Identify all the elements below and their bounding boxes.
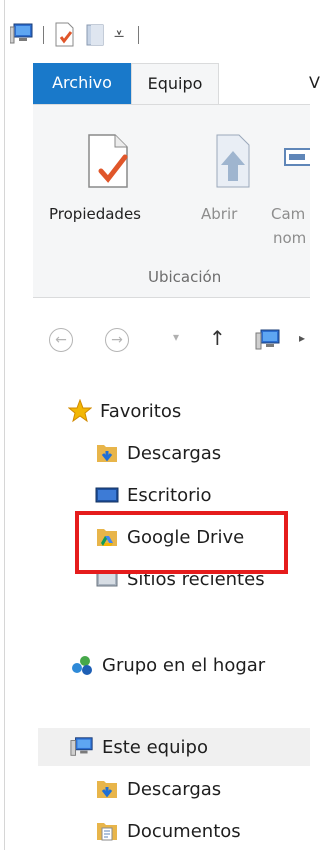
properties-icon[interactable] [53,22,77,48]
up-button[interactable]: ↑ [209,326,226,350]
toolbar-separator [138,26,139,44]
tree-label-escritorio: Escritorio [127,484,212,506]
propiedades-label[interactable]: Propiedades [49,205,141,223]
computer-icon [70,737,93,756]
tree-item-descargas-equipo[interactable]: Descargas [95,770,221,808]
open-large-icon[interactable] [213,133,255,189]
recent-locations-icon[interactable]: ▾ [173,330,179,344]
downloads-folder-icon [97,781,117,798]
tree-label-descargas-equipo: Descargas [127,778,222,800]
tree-label-este-equipo: Este equipo [102,736,208,758]
homegroup-icon [72,656,92,675]
tab-equipo[interactable]: Equipo [131,63,219,104]
ubicacion-group-label: Ubicación [148,268,222,286]
tree-label-documentos: Documentos [127,820,241,842]
abrir-label[interactable]: Abrir [201,205,237,223]
rename-large-icon[interactable] [283,145,310,171]
tree-label-grupo-hogar: Grupo en el hogar [102,654,266,676]
quick-access-toolbar: ⩡ [10,10,310,50]
tab-vista[interactable]: V [309,63,320,103]
documents-folder-icon [97,823,117,841]
tree-item-este-equipo[interactable]: Este equipo [70,728,208,766]
tree-label-favoritos: Favoritos [100,400,182,422]
tree-item-escritorio[interactable]: Escritorio [95,476,212,514]
tree-item-favoritos[interactable]: Favoritos [68,392,181,430]
star-icon [68,399,92,423]
customize-toolbar-icon[interactable]: ⩡ [114,24,124,45]
tree-item-documentos[interactable]: Documentos [95,812,241,850]
downloads-folder-icon [97,445,117,462]
back-button[interactable]: ← [49,328,73,352]
highlight-annotation [75,511,288,574]
tree-item-descargas[interactable]: Descargas [95,434,221,472]
toolbar-separator [43,26,44,44]
forward-button[interactable]: → [105,328,129,352]
ribbon-tab-bar: Archivo Equipo V [33,63,320,104]
tree-label-descargas: Descargas [127,442,222,464]
address-computer-icon[interactable] [255,328,285,352]
address-chevron-icon[interactable]: ▸ [299,331,305,345]
tab-archivo[interactable]: Archivo [33,63,131,104]
navigation-bar: ← → ▾ ↑ ▸ [33,318,310,362]
desktop-icon [95,487,119,503]
cambiar-nombre-label[interactable]: Cam [271,205,305,223]
properties-large-icon[interactable] [83,133,133,189]
ribbon-panel: Propiedades Abrir Cam nom Ubicación [33,104,310,298]
cambiar-nombre-label-2: nom [273,229,307,247]
window-left-edge [4,0,5,850]
new-folder-icon[interactable] [85,22,107,48]
tree-item-grupo-hogar[interactable]: Grupo en el hogar [70,646,265,684]
computer-icon[interactable] [10,22,36,48]
